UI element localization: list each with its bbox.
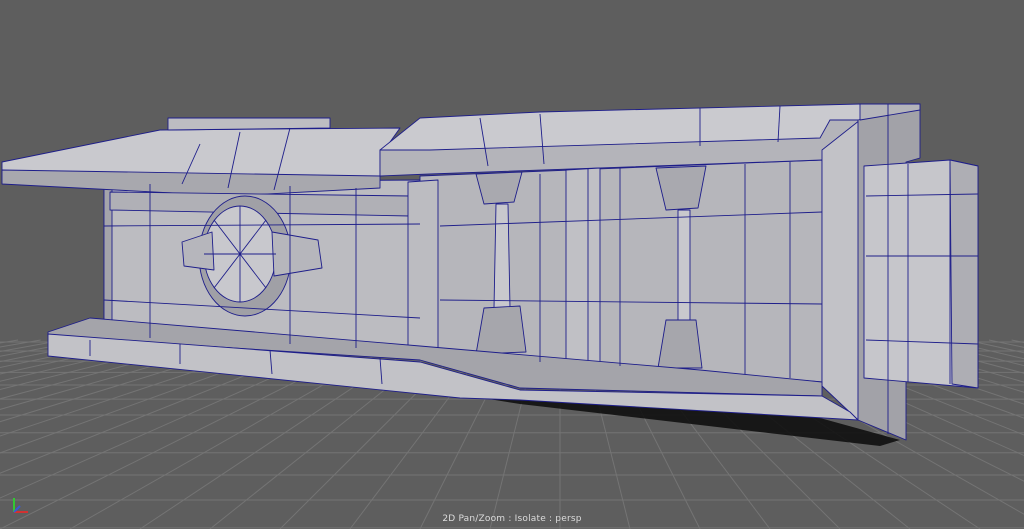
model-frame-right-post	[821, 119, 861, 421]
model-top-back-strip	[167, 117, 331, 131]
model-middle-post	[565, 167, 601, 365]
viewport-canvas[interactable]	[0, 0, 1024, 529]
viewport-hud-label: 2D Pan/Zoom : Isolate : persp	[442, 514, 582, 524]
model-piston-right-base	[657, 319, 703, 369]
model-piston-right-rod	[677, 209, 691, 321]
perspective-viewport[interactable]: 2D Pan/Zoom : Isolate : persp	[0, 0, 1024, 529]
model-frame-left-post	[407, 179, 439, 355]
model-piston-left-cap	[475, 171, 523, 205]
model-piston-left-rod	[493, 203, 511, 309]
model-piston-left-base	[475, 305, 527, 355]
